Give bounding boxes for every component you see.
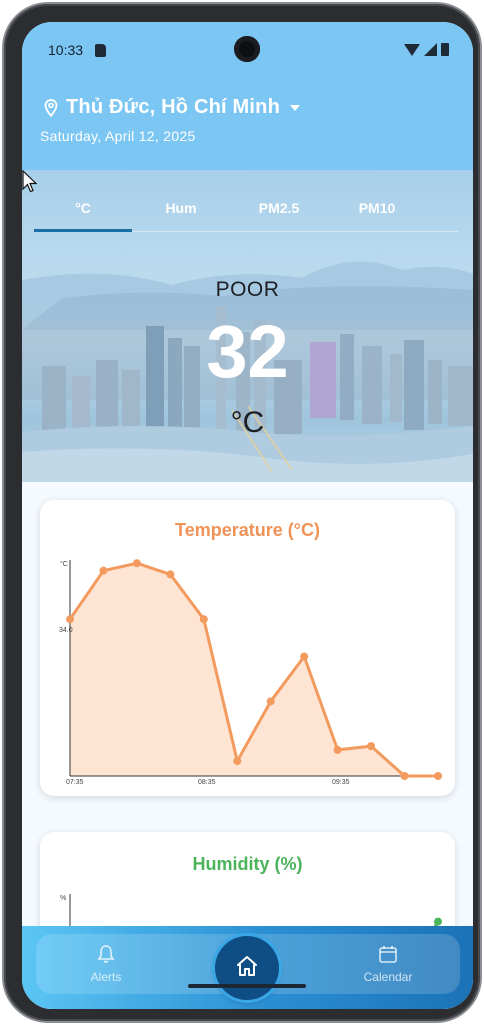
bottom-navigation: Alerts Calendar (22, 926, 473, 1009)
active-tab-indicator (34, 229, 132, 232)
temperature-y-unit-label: °C (60, 560, 68, 568)
temperature-data-point (166, 570, 175, 579)
current-unit: °C (230, 406, 265, 439)
metric-tabs: °C Hum PM2.5 PM10 (34, 192, 458, 232)
chevron-down-icon (290, 104, 301, 111)
temperature-data-point (367, 742, 376, 751)
home-icon (237, 956, 257, 976)
temperature-chart-card: Temperature (°C) °C 34.0 07:35 08:35 09:… (40, 500, 455, 796)
humidity-data-point (434, 917, 442, 926)
location-name: Thủ Đức, Hồ Chí Minh (66, 96, 281, 118)
front-camera (234, 36, 260, 62)
x-tick-label: 09:35 (332, 779, 350, 786)
gesture-bar (188, 984, 306, 988)
nav-alerts[interactable]: Alerts (66, 944, 146, 984)
status-indicators (404, 43, 449, 56)
temperature-y-tick-label: 34.0 (59, 627, 73, 634)
current-value: 32 (206, 310, 289, 393)
temperature-data-point (66, 615, 74, 624)
status-time: 10:33 (48, 42, 84, 58)
air-quality-status: POOR (215, 278, 280, 301)
temperature-data-point (333, 745, 342, 754)
bell-icon (97, 945, 115, 963)
temperature-data-point (99, 566, 108, 575)
home-button[interactable] (215, 936, 279, 1000)
wifi-icon (404, 44, 420, 56)
app-screen: 10:33 Thủ Đức, Hồ Chí Minh Saturday, Apr… (22, 22, 473, 1009)
location-pin-icon (44, 98, 58, 117)
x-tick-label: 07:35 (66, 779, 84, 786)
nav-alerts-label: Alerts (90, 970, 122, 984)
temperature-data-point (132, 559, 141, 568)
temperature-data-point (199, 615, 208, 624)
cellular-signal-icon (424, 43, 437, 56)
hero-city-panel: °C Hum PM2.5 PM10 POOR 32 °C (22, 170, 473, 482)
location-selector[interactable]: Thủ Đức, Hồ Chí Minh (44, 96, 301, 119)
sd-card-icon (95, 44, 106, 57)
temperature-data-point (266, 697, 275, 706)
current-date: Saturday, April 12, 2025 (40, 128, 196, 144)
temperature-area-fill (70, 563, 438, 776)
tab-pm10[interactable]: PM10 (328, 200, 426, 216)
x-tick-label: 08:35 (198, 779, 216, 786)
tab-humidity[interactable]: Hum (132, 200, 230, 216)
temperature-data-point (434, 772, 442, 780)
humidity-y-unit-label: % (60, 895, 66, 902)
tab-celsius[interactable]: °C (34, 200, 132, 216)
header: 10:33 Thủ Đức, Hồ Chí Minh Saturday, Apr… (22, 22, 473, 170)
temperature-data-point (400, 772, 409, 780)
mouse-cursor-icon (22, 170, 38, 193)
battery-icon (441, 43, 449, 56)
phone-frame: 10:33 Thủ Đức, Hồ Chí Minh Saturday, Apr… (4, 4, 480, 1021)
temperature-data-point (233, 757, 242, 766)
temperature-data-point (300, 652, 309, 661)
calendar-icon (379, 946, 397, 963)
temperature-chart: °C 34.0 07:35 08:35 09:35 (59, 559, 442, 786)
tab-pm25[interactable]: PM2.5 (230, 200, 328, 216)
nav-calendar[interactable]: Calendar (348, 944, 428, 984)
nav-calendar-label: Calendar (363, 970, 413, 984)
